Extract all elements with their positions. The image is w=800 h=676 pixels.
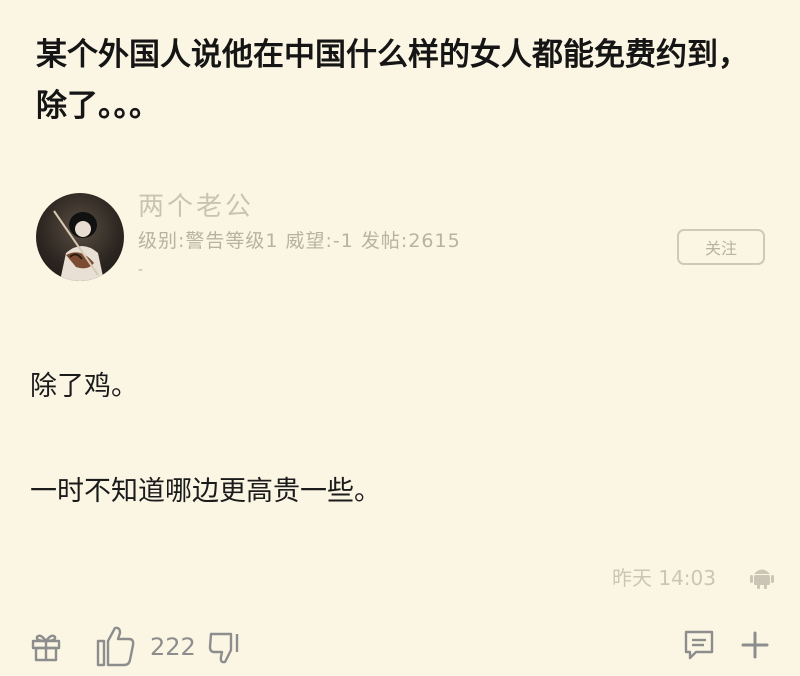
plus-icon[interactable] bbox=[740, 630, 770, 660]
reply-paragraph: 一时不知道哪边更高贵一些。 bbox=[30, 476, 381, 507]
author-name[interactable]: 两个老公 bbox=[138, 186, 254, 223]
reply-timestamp: 昨天 14:03 bbox=[612, 566, 716, 590]
reply-paragraph: 除了鸡。 bbox=[30, 371, 138, 402]
meta-dash: - bbox=[138, 262, 144, 278]
post-title: 某个外国人说他在中国什么样的女人都能免费约到，除了。。。 bbox=[36, 37, 749, 124]
comment-icon[interactable] bbox=[682, 628, 716, 662]
thumbs-up-icon[interactable] bbox=[95, 624, 137, 668]
gift-icon[interactable] bbox=[30, 630, 62, 662]
like-count: 222 bbox=[150, 633, 196, 661]
thumbs-down-icon[interactable] bbox=[207, 630, 245, 666]
android-icon bbox=[750, 569, 774, 589]
author-avatar[interactable] bbox=[36, 193, 124, 281]
author-meta: 级别:警告等级1 威望:-1 发帖:2615 bbox=[138, 230, 461, 252]
follow-button[interactable]: 关注 bbox=[677, 229, 765, 265]
avatar-figure-icon bbox=[53, 210, 104, 281]
